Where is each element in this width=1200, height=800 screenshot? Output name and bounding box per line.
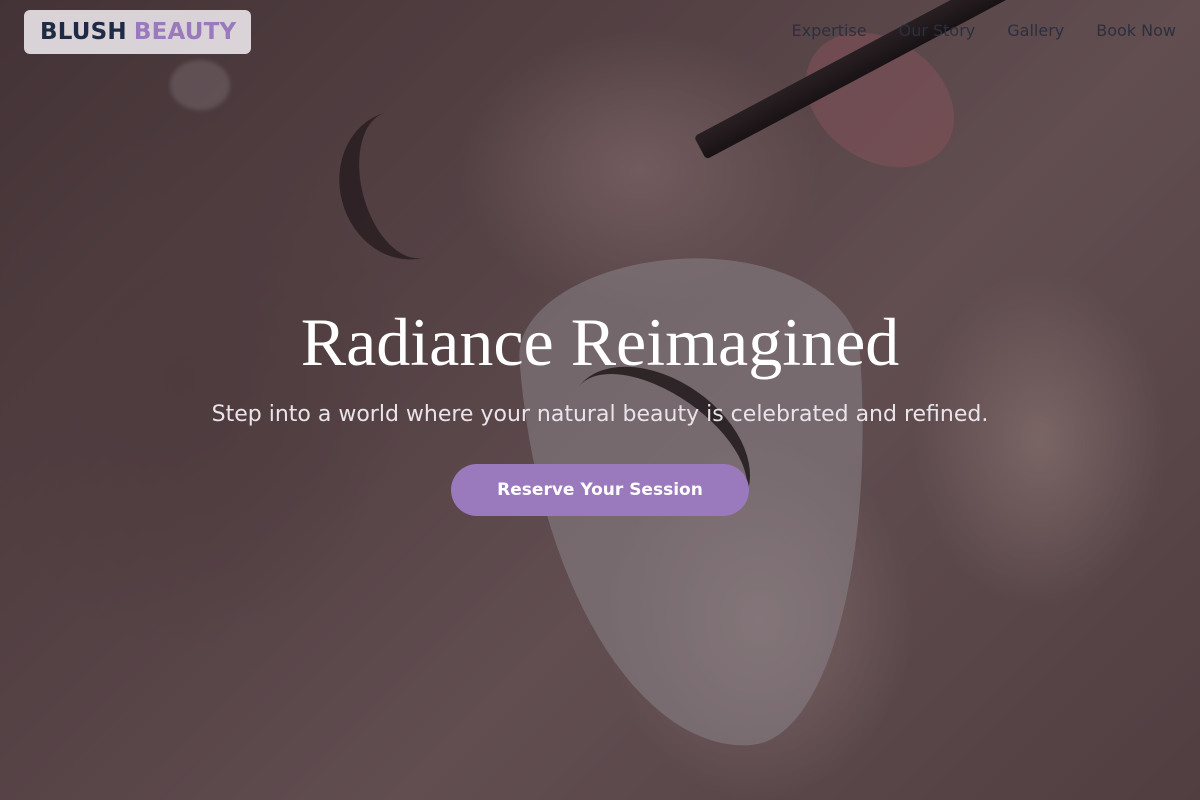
nav-link-book-now[interactable]: Book Now (1096, 20, 1176, 42)
hero-title: Radiance Reimagined (300, 304, 900, 380)
hero-content: Radiance Reimagined Step into a world wh… (0, 300, 1200, 516)
main-nav: Expertise Our Story Gallery Book Now (792, 20, 1176, 42)
hero-subtitle: Step into a world where your natural bea… (211, 402, 989, 427)
hero-section: BLUSH BEAUTY Expertise Our Story Gallery… (0, 0, 1200, 800)
nav-link-expertise[interactable]: Expertise (792, 20, 867, 42)
brand-logo-text-accent: BEAUTY (133, 19, 237, 45)
nav-link-gallery[interactable]: Gallery (1007, 20, 1064, 42)
nav-link-our-story[interactable]: Our Story (899, 20, 976, 42)
reserve-session-button[interactable]: Reserve Your Session (451, 464, 749, 516)
brand-logo[interactable]: BLUSH BEAUTY (24, 10, 252, 54)
brand-logo-text-primary: BLUSH (40, 19, 127, 45)
